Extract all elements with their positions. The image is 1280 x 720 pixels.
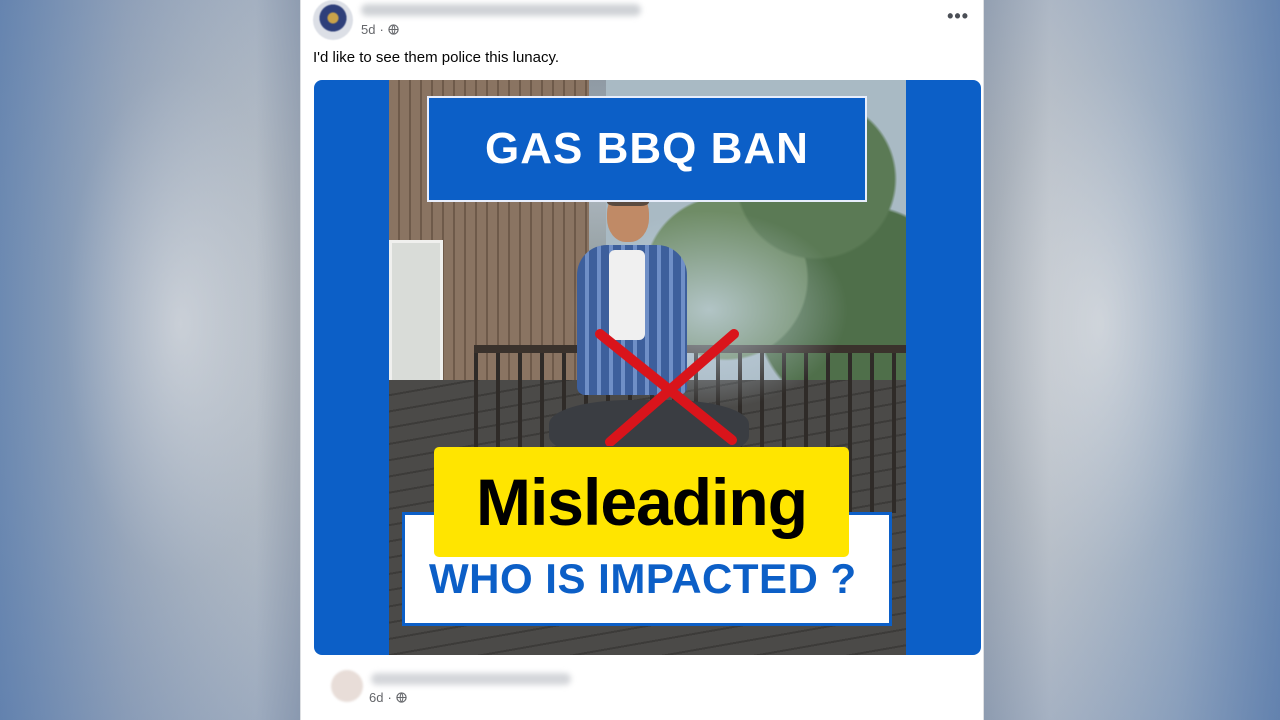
social-post-card: 5d · ••• I'd like to see them police thi… (300, 0, 984, 720)
misleading-label: Misleading (434, 447, 849, 557)
author-name-redacted (361, 4, 641, 16)
background-blur-right (980, 0, 1280, 720)
bottom-banner-text: WHO IS IMPACTED ? (429, 555, 857, 602)
globe-icon (388, 24, 399, 35)
background-blur-left (0, 0, 300, 720)
shared-post-name-redacted (371, 673, 571, 685)
post-image[interactable]: GAS BBQ BAN WHO IS IMPACTED ? Misleading (314, 80, 981, 655)
more-options-icon[interactable]: ••• (947, 6, 969, 27)
meta-separator: · (379, 22, 384, 37)
headline-banner: GAS BBQ BAN (427, 96, 867, 202)
author-avatar[interactable] (313, 0, 353, 40)
shared-meta-separator: · (387, 690, 392, 705)
red-x-icon (595, 329, 739, 446)
post-timestamp[interactable]: 5d (361, 22, 375, 37)
post-caption: I'd like to see them police this lunacy. (313, 49, 560, 66)
headline-text: GAS BBQ BAN (485, 124, 809, 173)
glass-door (389, 240, 443, 401)
shared-post-avatar[interactable] (331, 670, 363, 702)
post-meta: 5d · (361, 22, 399, 37)
misleading-label-text: Misleading (475, 465, 808, 539)
shared-post-timestamp[interactable]: 6d (369, 690, 383, 705)
shared-post-meta: 6d · (369, 690, 407, 705)
globe-icon (396, 692, 407, 703)
white-tshirt (609, 250, 645, 340)
